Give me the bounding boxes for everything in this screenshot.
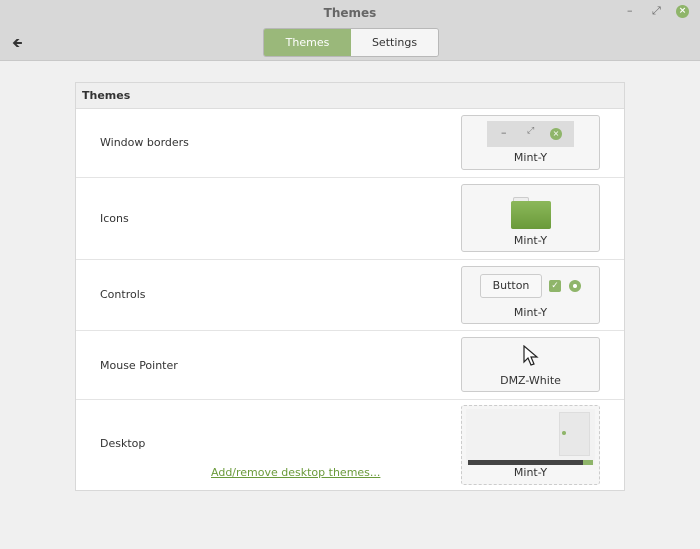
theme-name: DMZ-White (500, 374, 561, 387)
radio-icon (569, 280, 581, 292)
controls-preview[interactable]: Button ✓ Mint-Y (461, 266, 600, 324)
tab-settings[interactable]: Settings (351, 29, 438, 56)
add-remove-desktop-themes-link[interactable]: Add/remove desktop themes... (211, 466, 380, 479)
row-label: Desktop (100, 437, 146, 450)
row-controls: Controls Button ✓ Mint-Y (76, 260, 624, 331)
checkbox-icon: ✓ (549, 280, 561, 292)
row-label: Mouse Pointer (100, 359, 178, 372)
themes-panel: Themes Window borders – ⤢ × Mint-Y Icons… (75, 82, 625, 491)
theme-name: Mint-Y (513, 306, 548, 319)
row-desktop: Desktop Add/remove desktop themes... Min… (76, 400, 624, 490)
row-icons: Icons Mint-Y (76, 178, 624, 260)
pointer-preview[interactable]: DMZ-White (461, 337, 600, 392)
maximize-icon: ⤢ (527, 126, 535, 136)
desktop-preview[interactable]: Mint-Y (461, 405, 600, 485)
close-button[interactable]: × (676, 5, 689, 18)
panel-title: Themes (76, 83, 624, 109)
tab-themes[interactable]: Themes (264, 29, 351, 56)
row-label: Icons (100, 212, 129, 225)
theme-name: Mint-Y (513, 151, 548, 164)
close-icon: × (550, 128, 562, 140)
panel-preview (468, 460, 593, 465)
icons-preview[interactable]: Mint-Y (461, 184, 600, 252)
minimize-icon: – (501, 126, 507, 139)
row-label: Controls (100, 288, 146, 301)
calendar-preview (559, 412, 590, 456)
header-bar: Themes – ⤢ × 🡸 Themes Settings (0, 0, 700, 61)
cursor-arrow-icon (523, 345, 539, 366)
theme-name: Mint-Y (513, 466, 548, 479)
row-label: Window borders (100, 136, 189, 149)
titlebar-preview: – ⤢ × (487, 121, 574, 147)
desktop-thumbnail (466, 409, 595, 465)
back-arrow-icon[interactable]: 🡸 (12, 34, 23, 56)
window-borders-preview[interactable]: – ⤢ × Mint-Y (461, 115, 600, 170)
theme-name: Mint-Y (513, 234, 548, 247)
folder-icon (511, 197, 551, 229)
row-window-borders: Window borders – ⤢ × Mint-Y (76, 109, 624, 178)
minimize-button[interactable]: – (627, 4, 633, 17)
row-mouse-pointer: Mouse Pointer DMZ-White (76, 331, 624, 400)
window-title: Themes (323, 6, 377, 20)
tab-bar: Themes Settings (263, 28, 439, 57)
maximize-button[interactable]: ⤢ (652, 4, 661, 18)
button-preview: Button (480, 274, 542, 298)
